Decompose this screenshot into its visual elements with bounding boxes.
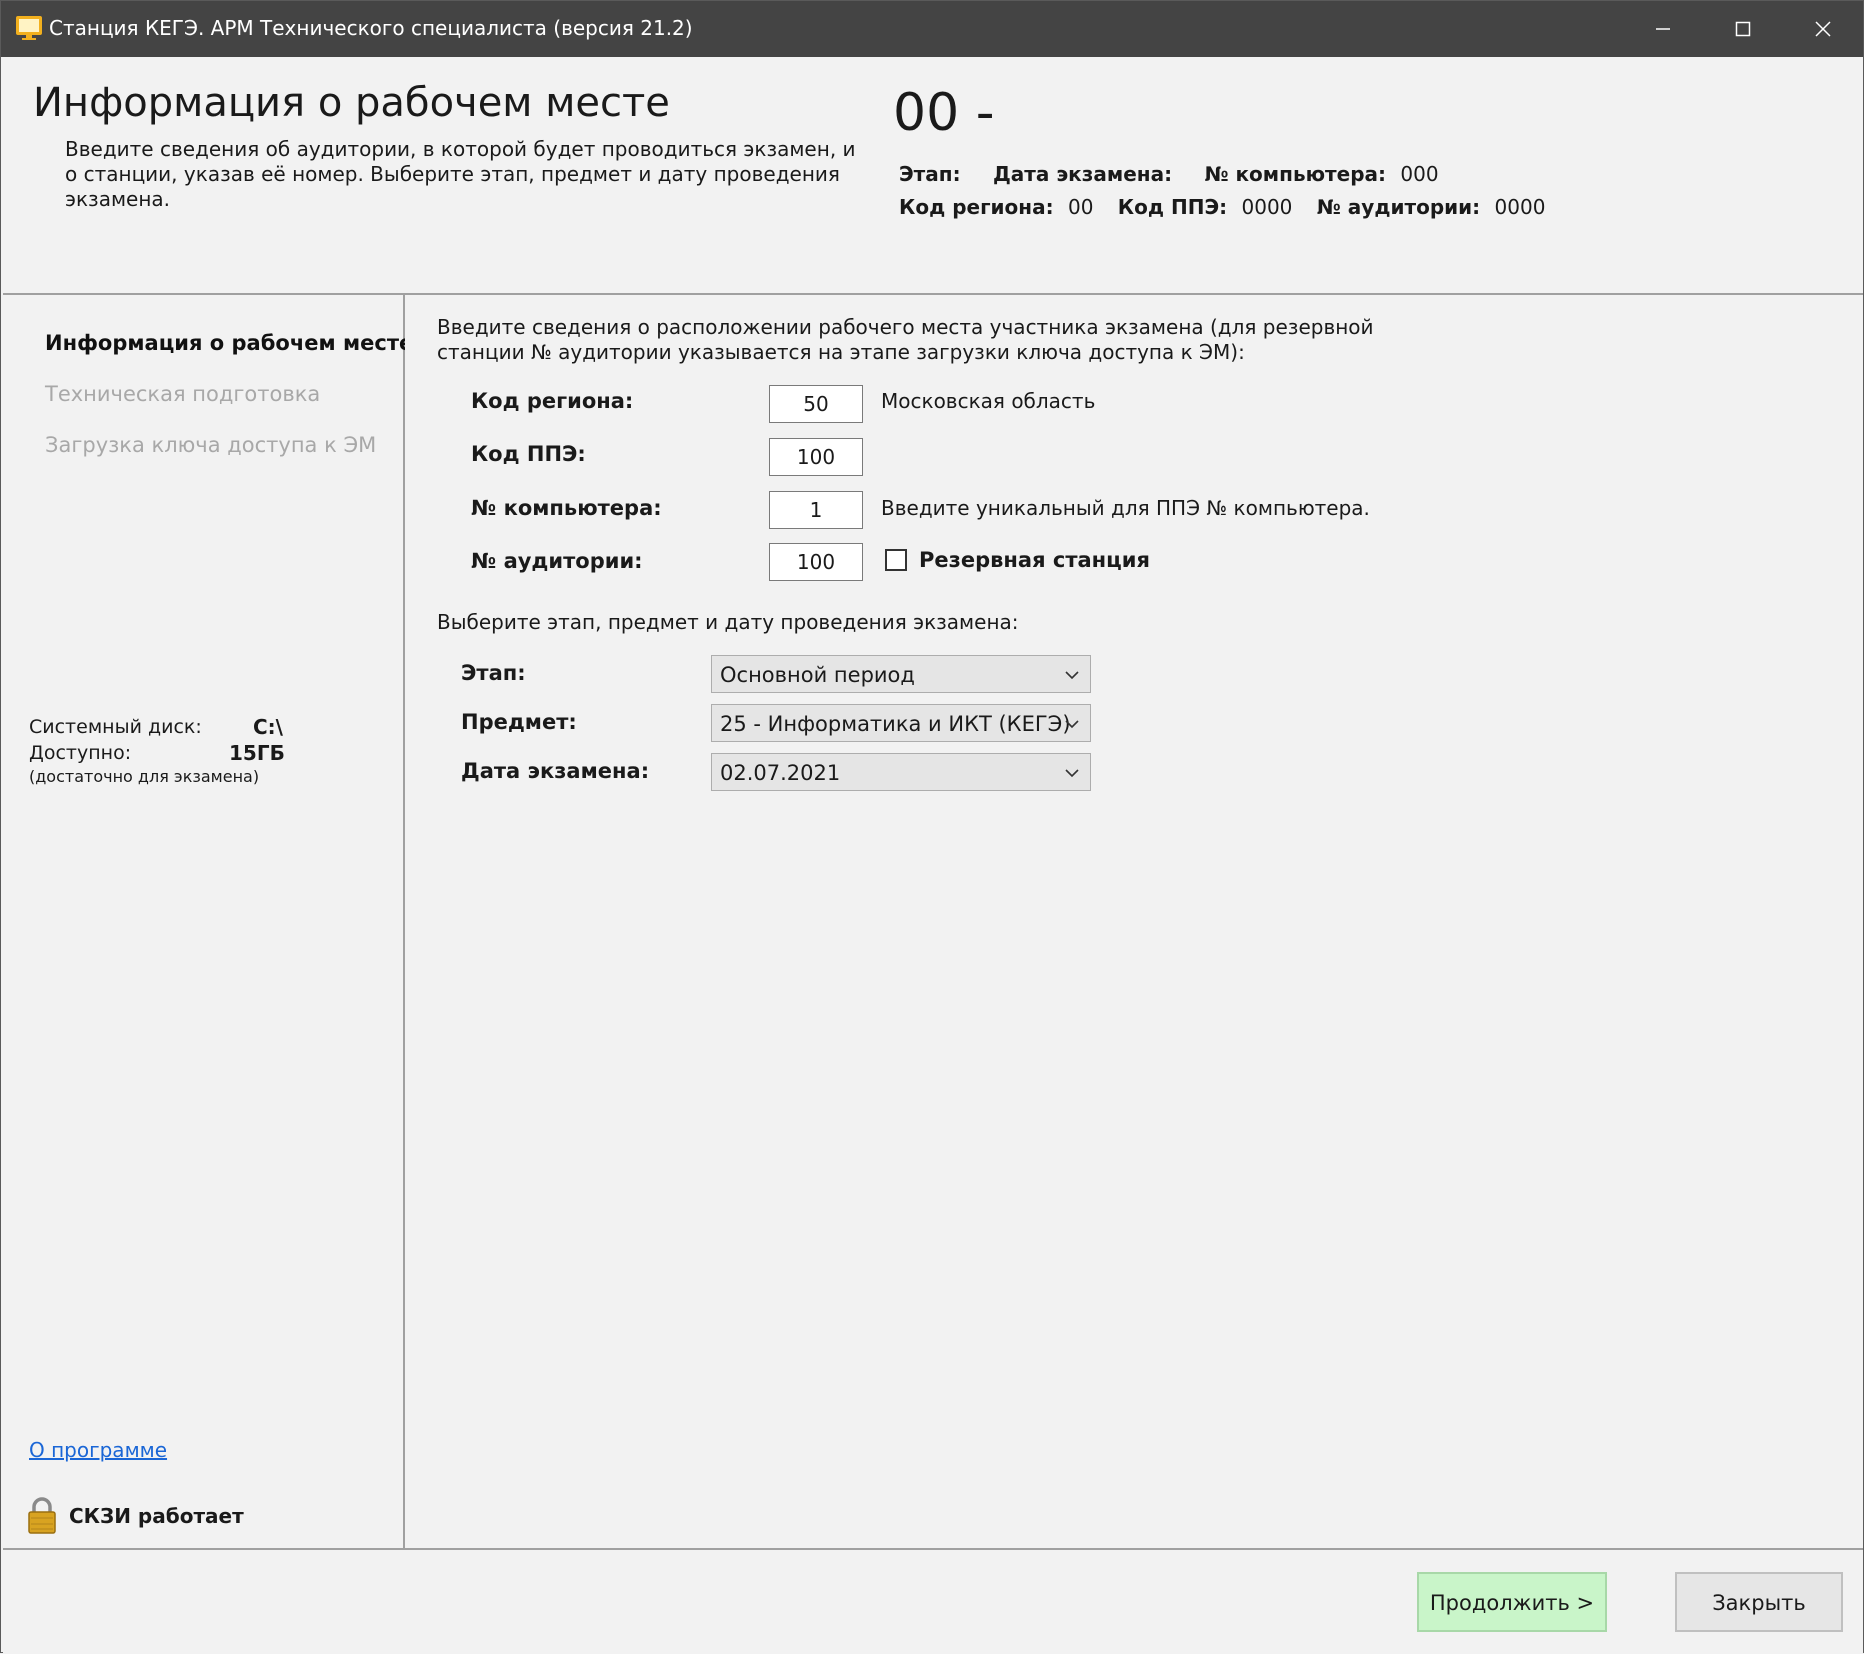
stage-select[interactable]: Основной период xyxy=(711,655,1091,693)
computer-number-note: Введите уникальный для ППЭ № компьютера. xyxy=(881,496,1370,520)
lock-icon xyxy=(27,1497,57,1535)
computer-info-value: 000 xyxy=(1400,162,1439,186)
sidebar-item-key-loading: Загрузка ключа доступа к ЭМ xyxy=(45,433,377,457)
subject-select-value: 25 - Информатика и ИКТ (КЕГЭ) xyxy=(720,712,1071,736)
app-window: Станция КЕГЭ. АРМ Технического специалис… xyxy=(0,0,1864,1654)
ppe-info-label: Код ППЭ: xyxy=(1117,195,1228,219)
reserve-station-label[interactable]: Резервная станция xyxy=(919,546,1150,574)
header-info-row-2: Код региона: 00 Код ППЭ: 0000 № аудитори… xyxy=(899,194,1563,220)
header-info-row-1: Этап: Дата экзамена: № компьютера: 000 xyxy=(899,161,1457,187)
disk-sufficient-note: (достаточно для экзамена) xyxy=(29,767,260,786)
auditorium-number-label: № аудитории: xyxy=(471,549,643,573)
available-space-label: Доступно: xyxy=(29,742,132,764)
exam-date-select-value: 02.07.2021 xyxy=(720,761,841,785)
location-intro: Введите сведения о расположении рабочего… xyxy=(437,315,1374,364)
header-panel: Информация о рабочем месте Введите сведе… xyxy=(3,57,1863,295)
auditorium-info-label: № аудитории: xyxy=(1316,195,1481,219)
system-disk-value: C:\ xyxy=(253,715,283,739)
app-monitor-icon xyxy=(15,14,43,42)
footer-bar: Продолжить > Закрыть xyxy=(3,1548,1863,1654)
computer-number-label: № компьютера: xyxy=(471,496,662,520)
maximize-icon xyxy=(1735,21,1751,37)
computer-number-input[interactable]: 1 xyxy=(769,491,863,529)
auditorium-number-input[interactable]: 100 xyxy=(769,543,863,581)
chevron-down-icon xyxy=(1065,720,1079,729)
close-button[interactable]: Закрыть xyxy=(1675,1572,1843,1632)
ppe-code-label: Код ППЭ: xyxy=(471,442,586,466)
subject-select[interactable]: 25 - Информатика и ИКТ (КЕГЭ) xyxy=(711,704,1091,742)
region-name-note: Московская область xyxy=(881,389,1096,413)
page-description: Введите сведения об аудитории, в которой… xyxy=(65,137,856,211)
minimize-icon xyxy=(1656,28,1670,30)
close-window-button[interactable] xyxy=(1783,1,1863,57)
exam-date-label: Дата экзамена: xyxy=(461,759,650,783)
sidebar: Информация о рабочем месте Техническая п… xyxy=(3,295,413,1548)
stage-select-value: Основной период xyxy=(720,663,915,687)
stage-info-label: Этап: xyxy=(899,162,961,186)
page-title: Информация о рабочем месте xyxy=(33,80,670,126)
maximize-button[interactable] xyxy=(1703,1,1783,57)
main-content: Введите сведения о расположении рабочего… xyxy=(405,295,1863,1548)
window-title: Станция КЕГЭ. АРМ Технического специалис… xyxy=(49,16,693,40)
crypto-status: СКЗИ работает xyxy=(69,1504,244,1528)
exam-date-info-label: Дата экзамена: xyxy=(992,162,1173,186)
continue-button[interactable]: Продолжить > xyxy=(1417,1572,1607,1632)
about-link[interactable]: О программе xyxy=(29,1437,167,1463)
system-disk-label: Системный диск: xyxy=(29,716,202,738)
sidebar-item-technical-preparation: Техническая подготовка xyxy=(45,382,321,406)
reserve-station-checkbox[interactable] xyxy=(885,549,907,571)
station-code: 00 - xyxy=(893,83,995,143)
chevron-down-icon xyxy=(1065,671,1079,680)
chevron-down-icon xyxy=(1065,769,1079,778)
title-bar: Станция КЕГЭ. АРМ Технического специалис… xyxy=(1,1,1863,57)
region-code-input[interactable]: 50 xyxy=(769,385,863,423)
region-code-label: Код региона: xyxy=(471,389,634,413)
sidebar-item-workplace-info: Информация о рабочем месте xyxy=(45,331,414,355)
computer-info-label: № компьютера: xyxy=(1204,162,1387,186)
region-info-value: 00 xyxy=(1067,195,1094,219)
region-info-label: Код региона: xyxy=(899,195,1054,219)
auditorium-info-value: 0000 xyxy=(1494,195,1546,219)
exam-date-select[interactable]: 02.07.2021 xyxy=(711,753,1091,791)
exam-select-intro: Выберите этап, предмет и дату проведения… xyxy=(437,610,1019,634)
available-space-value: 15ГБ xyxy=(229,741,285,765)
ppe-code-input[interactable]: 100 xyxy=(769,438,863,476)
stage-label: Этап: xyxy=(461,661,526,685)
minimize-button[interactable] xyxy=(1623,1,1703,57)
ppe-info-value: 0000 xyxy=(1241,195,1293,219)
subject-label: Предмет: xyxy=(461,710,577,734)
close-icon xyxy=(1815,21,1831,37)
